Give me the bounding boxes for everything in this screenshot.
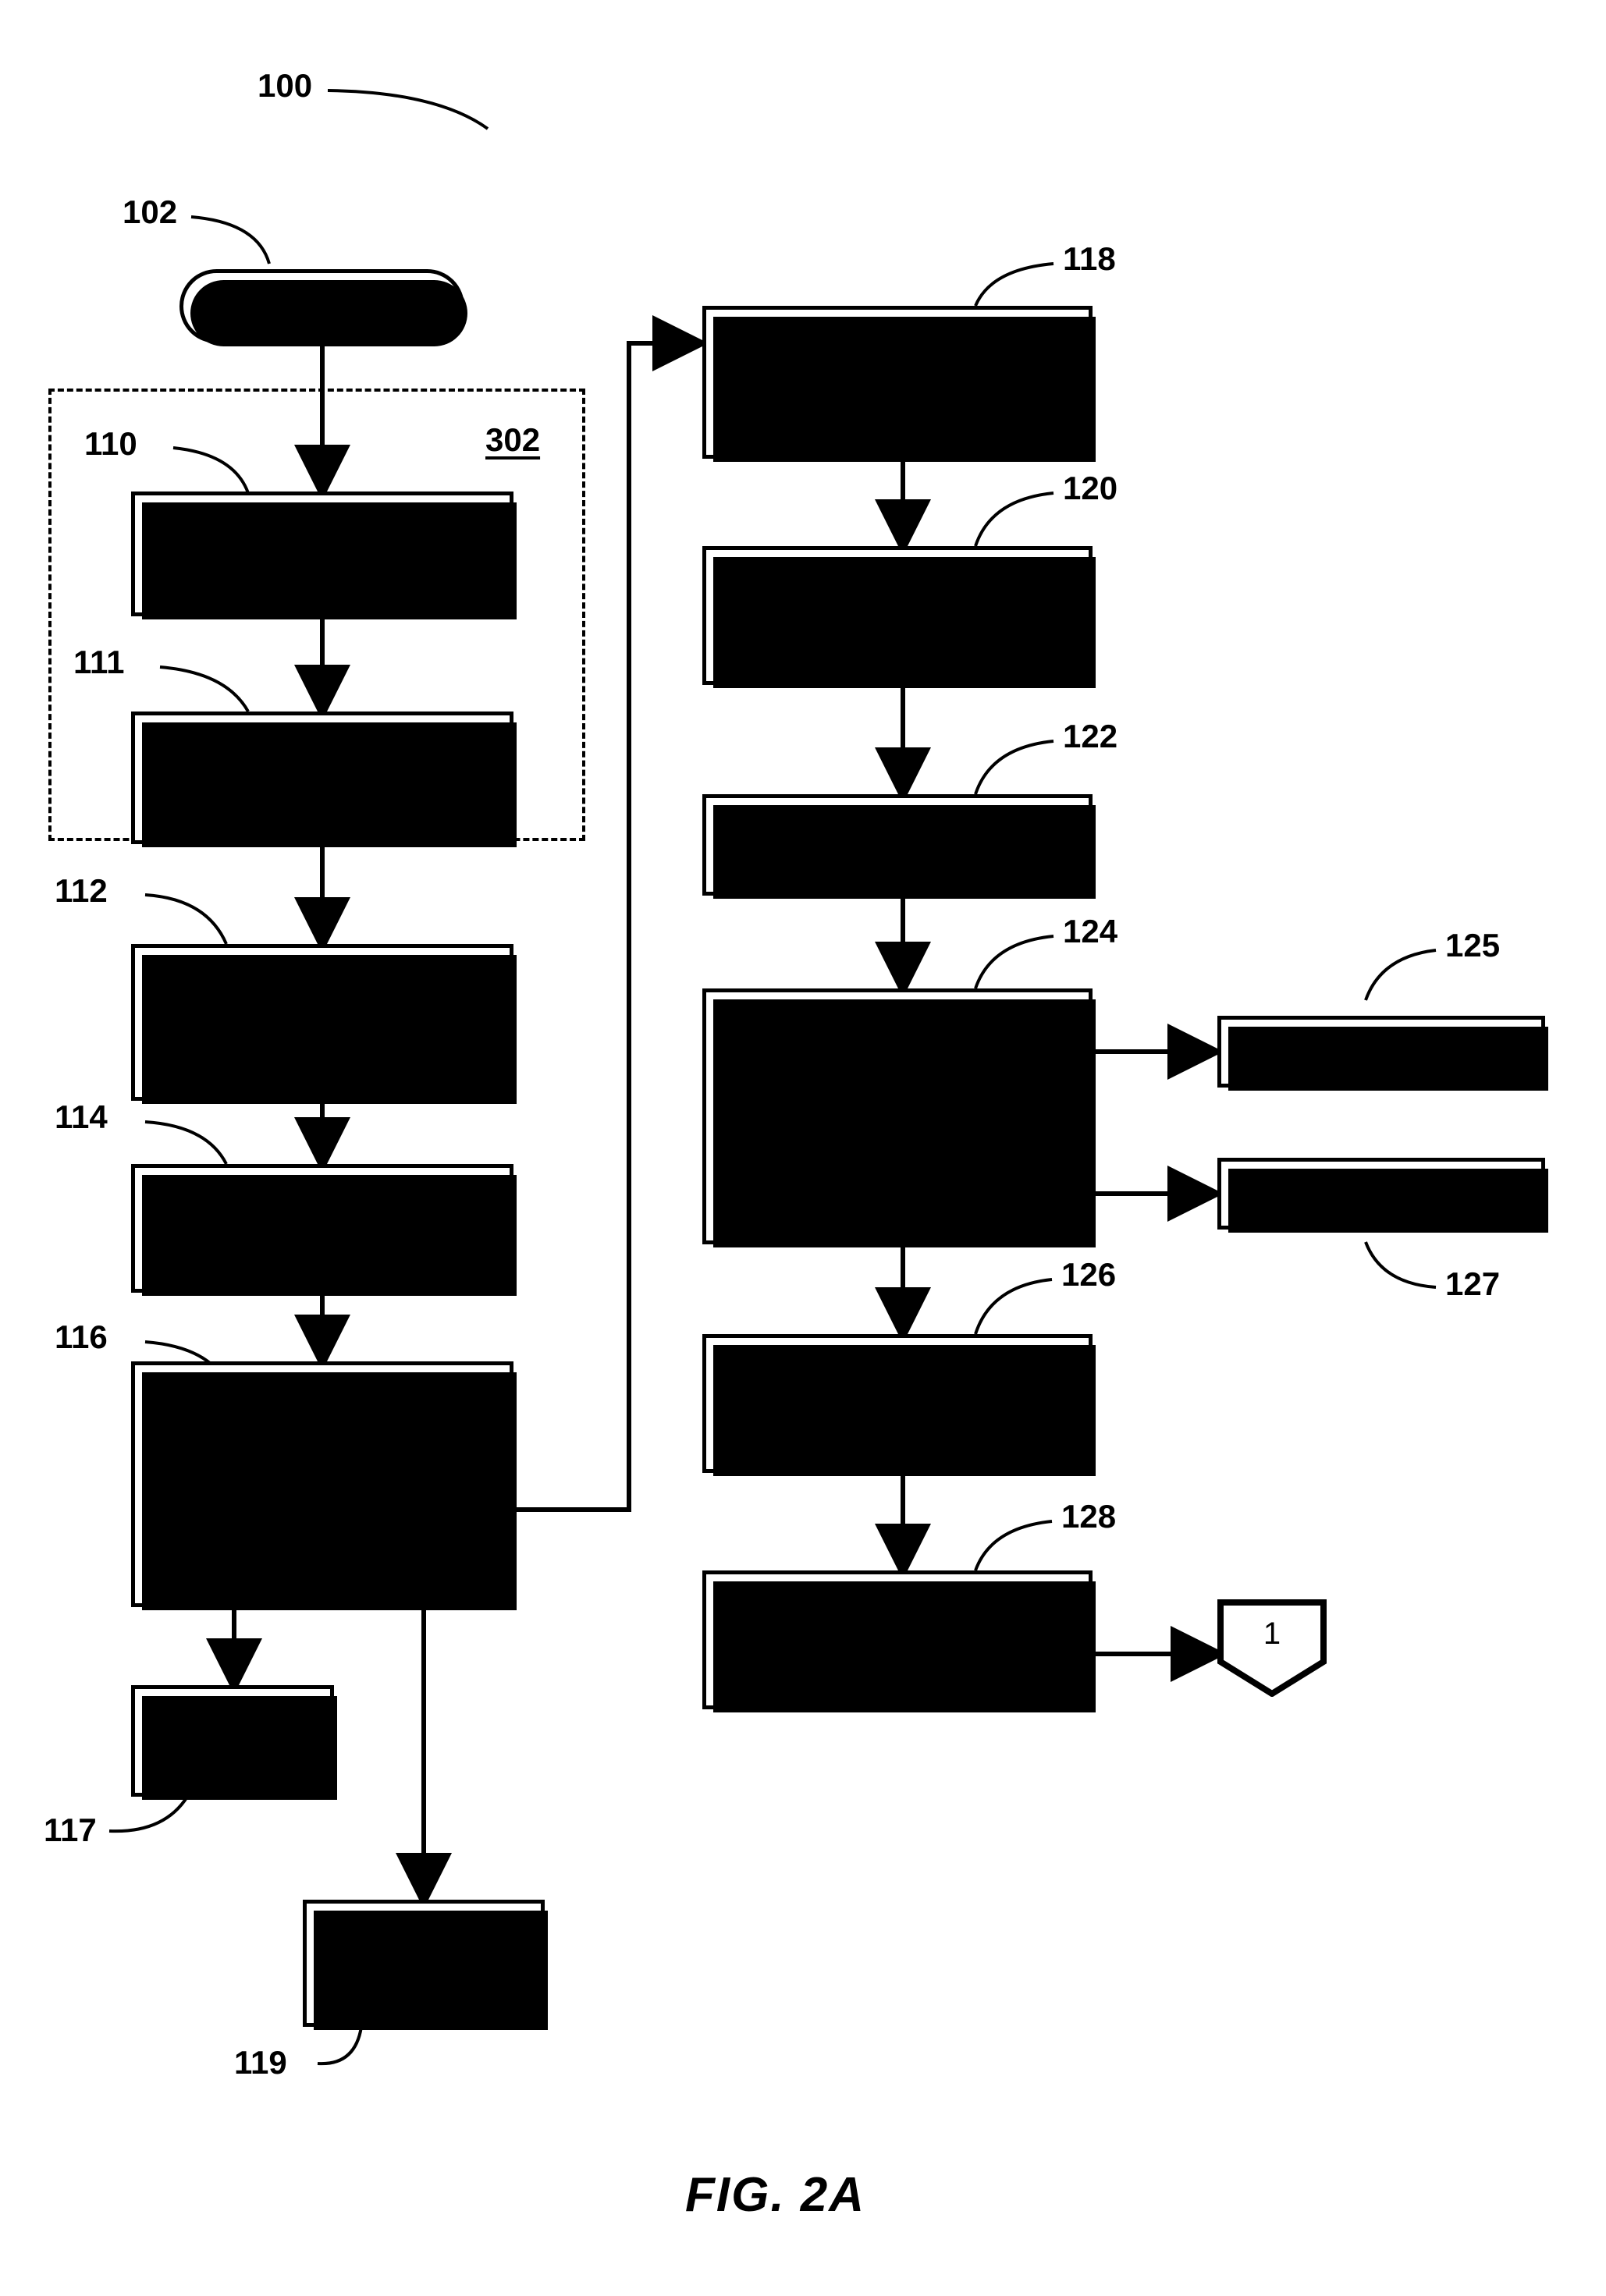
lead-118 (974, 262, 1054, 307)
ref-122: 122 (1063, 718, 1118, 754)
node-116-label: ANALYZE REAL-TIME OPERATIONAL PARAMETRIC… (177, 1399, 467, 1569)
node-118-label: DETERMINE MAINTENANCE REQUIREMENTS (781, 332, 1014, 432)
lead-102 (190, 215, 271, 264)
node-store-model-parametric-data[interactable]: STORE MODEL PARAMETRIC DATA (702, 794, 1096, 899)
node-offpage-connector-1[interactable]: 1 (1217, 1599, 1327, 1697)
ref-110: 110 (84, 425, 137, 462)
lead-114 (144, 1120, 228, 1165)
node-114-label: STORE REAL-TIME PARAMETRIC DATA (189, 1194, 456, 1262)
ref-124: 124 (1063, 913, 1118, 949)
node-122-label: STORE MODEL PARAMETRIC DATA (764, 811, 1031, 878)
node-report-results-left[interactable]: REPORT RESULTS (131, 1685, 337, 1800)
node-111-label: RECORD BILL OF MATERIALS (203, 744, 442, 811)
lead-119 (317, 2026, 363, 2066)
ref-112: 112 (55, 872, 108, 909)
node-isolate-fault-left[interactable]: ISOLATE FAULT (303, 1900, 548, 2030)
lead-125 (1364, 949, 1437, 1001)
ref-125: 125 (1445, 927, 1501, 963)
node-112-label: TRANSDUCE REAL- TIME PARAMETRIC DATA (187, 971, 458, 1073)
ref-119: 119 (234, 2044, 287, 2081)
node-analyze-real-time-operational-and-model[interactable]: ANALYZE REAL-TIME OPERATIONAL PARAMETRIC… (702, 988, 1096, 1247)
ref-114: 114 (55, 1098, 108, 1135)
node-127-label: ISOLATE FAULT (1274, 1177, 1489, 1210)
ref-302: 302 (485, 421, 541, 458)
patent-figure-page: 100 102 302 110 111 112 114 116 117 119 … (0, 0, 1606, 2296)
figure-caption: FIG. 2A (685, 2168, 866, 2222)
node-determine-logistical-requirements-bottom[interactable]: DETERMINE LOGISTICAL REQUIREMENTS (702, 1570, 1096, 1712)
node-store-real-time-parametric-data[interactable]: STORE REAL-TIME PARAMETRIC DATA (131, 1164, 517, 1296)
node-110-label: RECORD BASELINE PARAMETRIC DATA (186, 520, 459, 587)
node-report-results-right[interactable]: REPORT RESULTS (1217, 1016, 1548, 1091)
node-transduce-real-time-parametric-data[interactable]: TRANSDUCE REAL- TIME PARAMETRIC DATA (131, 944, 517, 1104)
lead-122 (974, 740, 1054, 795)
node-119-label: ISOLATE FAULT (364, 1929, 484, 1996)
node-isolate-fault-right[interactable]: ISOLATE FAULT (1217, 1158, 1548, 1233)
ref-117: 117 (44, 1812, 97, 1848)
ref-116: 116 (55, 1318, 108, 1355)
lead-127 (1364, 1241, 1437, 1289)
ref-100: 100 (258, 67, 313, 104)
node-begin-label: BEGIN (269, 289, 375, 324)
node-determine-logistical-requirements-top[interactable]: DETERMINE LOGISTICAL REQUIREMENTS (702, 546, 1096, 688)
node-record-baseline-parametric-data[interactable]: RECORD BASELINE PARAMETRIC DATA (131, 491, 517, 619)
ref-128: 128 (1061, 1498, 1117, 1535)
lead-128 (974, 1520, 1053, 1571)
ref-111: 111 (73, 644, 125, 680)
ref-102: 102 (123, 193, 178, 230)
lead-120 (974, 491, 1054, 547)
lead-100 (327, 89, 489, 130)
ref-126: 126 (1061, 1256, 1117, 1293)
node-record-bill-of-materials[interactable]: RECORD BILL OF MATERIALS (131, 712, 517, 847)
ref-120: 120 (1063, 470, 1118, 506)
lead-117 (108, 1795, 189, 1833)
node-124-label: ANALYZE REAL-TIME OPERATIONAL PARAMETRIC… (752, 1031, 1043, 1201)
lead-124 (974, 935, 1054, 989)
node-125-label: REPORT RESULTS (1252, 1035, 1510, 1068)
node-begin[interactable]: BEGIN (179, 269, 467, 346)
node-128-label: DETERMINE LOGISTICAL REQUIREMENTS (781, 1589, 1014, 1690)
node-analyze-real-time-operational-and-baseline[interactable]: ANALYZE REAL-TIME OPERATIONAL PARAMETRIC… (131, 1361, 517, 1610)
node-117-label: REPORT RESULTS (167, 1707, 298, 1774)
node-determine-mainentance-requirements-bottom[interactable]: DETERMINE MAINENTANCE REQUIREMENTS (702, 1334, 1096, 1476)
ref-118: 118 (1063, 240, 1116, 277)
lead-126 (974, 1278, 1053, 1335)
lead-112 (144, 893, 228, 945)
node-126-label: DETERMINE MAINENTANCE REQUIREMENTS (781, 1353, 1014, 1453)
ref-127: 127 (1445, 1265, 1501, 1302)
node-120-label: DETERMINE LOGISTICAL REQUIREMENTS (781, 565, 1014, 665)
node-determine-maintenance-requirements-top[interactable]: DETERMINE MAINTENANCE REQUIREMENTS (702, 306, 1096, 462)
offpage-connector-label: 1 (1263, 1616, 1281, 1651)
